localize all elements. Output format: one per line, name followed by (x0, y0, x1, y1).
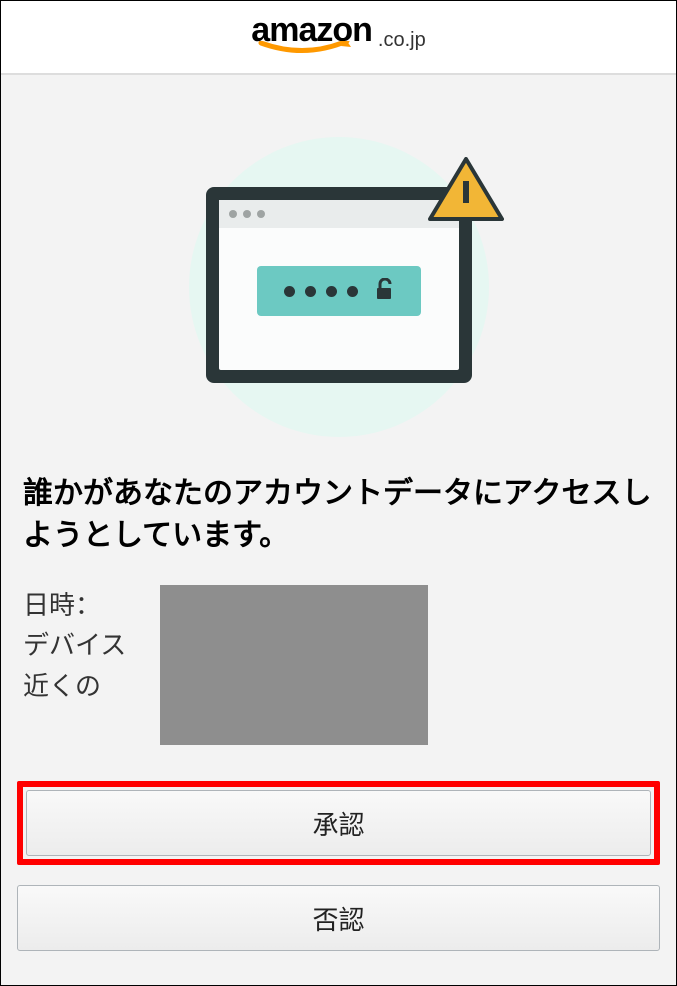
smile-icon (251, 41, 372, 62)
unlocked-padlock-icon (376, 278, 394, 305)
screen (219, 200, 459, 370)
approve-button[interactable]: 承認 (26, 790, 651, 856)
approve-highlight: 承認 (17, 781, 660, 865)
redacted-details-block (160, 585, 428, 745)
alert-headline: 誰かがあなたのアカウントデータにアクセスしようとしています。 (17, 467, 660, 585)
warning-triangle-icon (428, 157, 504, 228)
logo-tld: .co.jp (378, 29, 426, 52)
deny-button-label: 否認 (312, 900, 364, 937)
page-frame: amazon .co.jp (0, 0, 677, 986)
window-dot-icon (257, 210, 265, 218)
dot-icon (347, 286, 358, 297)
window-titlebar (219, 200, 459, 228)
logo-wordmark: amazon (251, 13, 372, 62)
main-content: 誰かがあなたのアカウントデータにアクセスしようとしています。 日時： デバイス … (1, 75, 676, 985)
window-dot-icon (243, 210, 251, 218)
dot-icon (326, 286, 337, 297)
illustration-container (17, 75, 660, 467)
amazon-logo: amazon .co.jp (251, 13, 425, 62)
deny-button[interactable]: 否認 (17, 885, 660, 951)
details-labels: 日時： デバイス 近くの (23, 585, 126, 745)
label-near: 近くの (23, 666, 126, 706)
label-device: デバイス (23, 625, 126, 665)
button-group: 承認 否認 (17, 781, 660, 951)
security-alert-illustration (174, 137, 504, 437)
header: amazon .co.jp (1, 1, 676, 75)
approve-button-label: 承認 (312, 805, 364, 842)
dot-icon (305, 286, 316, 297)
dot-icon (284, 286, 295, 297)
password-field-icon (257, 266, 421, 316)
details-row: 日時： デバイス 近くの (17, 585, 660, 781)
password-dots (284, 278, 394, 305)
label-datetime: 日時： (23, 585, 126, 625)
window-dot-icon (229, 210, 237, 218)
